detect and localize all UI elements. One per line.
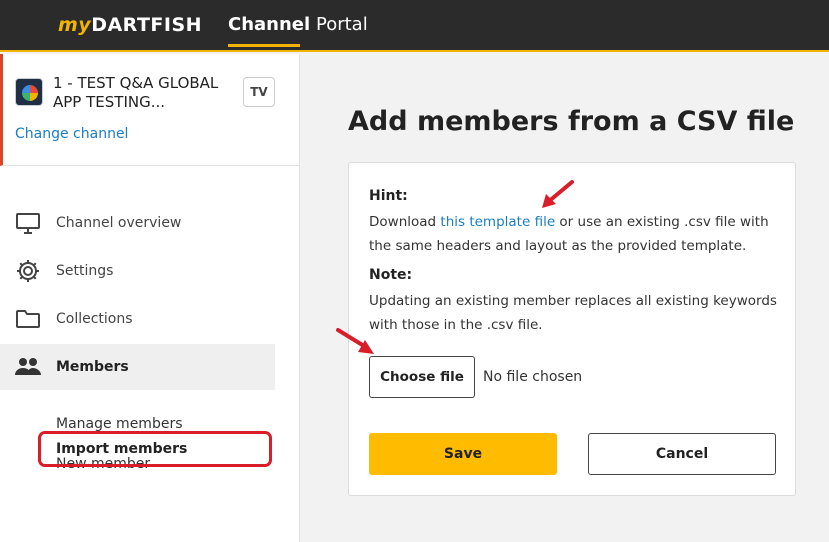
note-text: Updating an existing member replaces all… [369,293,777,333]
people-icon [15,358,41,375]
cancel-button[interactable]: Cancel [588,433,776,475]
sidebar-item-label: Collections [56,311,133,327]
gear-icon [17,260,39,282]
page-title: Add members from a CSV file [348,106,795,137]
sidebar-item-members[interactable]: Members [0,344,275,390]
annotation-arrow-icon [336,328,374,354]
channel-logo-icon [22,85,38,101]
logo-main: DARTFISH [91,14,203,36]
import-form-card: Hint: Download this template file or use… [348,162,796,496]
nav-portal[interactable]: Portal [316,14,368,35]
hint-title: Hint: [369,188,408,204]
channel-selector: 1 - TEST Q&A GLOBAL APP TESTING... TV Ch… [0,54,300,166]
annotation-arrow-icon [542,180,574,208]
hint-text: Download this template file or use an ex… [369,210,789,258]
top-bar: myDARTFISH Channel Portal [0,0,829,52]
sidebar-subitem-import-members[interactable]: Import members [56,441,187,457]
sidebar-item-label: Members [56,359,129,375]
channel-avatar [15,78,43,106]
sidebar-item-channel-overview[interactable]: Channel overview [0,200,275,246]
nav-channel[interactable]: Channel [228,14,310,35]
sidebar: 1 - TEST Q&A GLOBAL APP TESTING... TV Ch… [0,54,300,542]
save-button[interactable]: Save [369,433,557,475]
hint-text-before: Download [369,214,441,230]
monitor-icon [16,213,40,234]
change-channel-link[interactable]: Change channel [15,126,128,142]
file-status: No file chosen [483,369,583,385]
sidebar-item-settings[interactable]: Settings [0,248,275,294]
template-file-link[interactable]: this template file [440,214,555,230]
folder-icon [16,310,40,328]
sidebar-item-label: Settings [56,263,114,279]
sidebar-item-label: Channel overview [56,215,182,231]
logo-prefix: my [58,14,92,36]
channel-name: 1 - TEST Q&A GLOBAL APP TESTING... [53,74,219,111]
tv-badge[interactable]: TV [243,77,275,107]
logo[interactable]: myDARTFISH [58,14,202,36]
choose-file-button[interactable]: Choose file [369,356,475,398]
note-title: Note: [369,267,413,283]
sidebar-item-collections[interactable]: Collections [0,296,275,342]
nav-active-indicator [228,44,300,47]
sidebar-subitem-manage-members[interactable]: Manage members [56,416,183,432]
